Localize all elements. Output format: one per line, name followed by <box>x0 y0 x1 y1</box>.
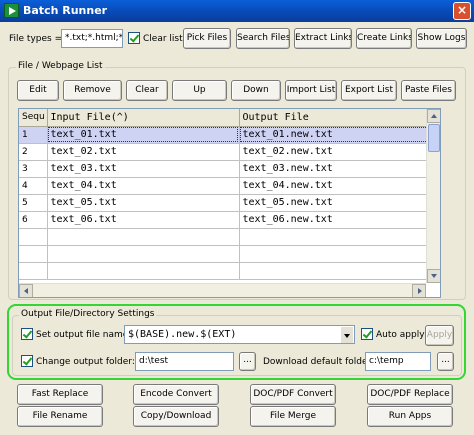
edit-button[interactable]: Edit <box>17 80 59 101</box>
change-folder-checkbox[interactable] <box>21 355 33 367</box>
row-output-file: text_01.new.txt <box>239 126 436 144</box>
run-apps-button[interactable]: Run Apps <box>367 406 453 427</box>
row-seq: 5 <box>19 194 48 212</box>
clear-button[interactable]: Clear <box>126 80 168 101</box>
vertical-scrollbar[interactable] <box>426 109 440 283</box>
set-output-name-checkbox[interactable] <box>21 328 33 340</box>
scroll-up-icon[interactable] <box>427 109 440 123</box>
row-input-file: text_06.txt <box>47 211 240 229</box>
pick-files-button[interactable]: Pick Files <box>183 28 231 49</box>
table-row[interactable]: 3 text_03.txt text_03.new.txt <box>19 160 436 178</box>
row-input-file: text_02.txt <box>47 143 240 161</box>
table-row-empty[interactable] <box>19 262 436 280</box>
app-icon <box>4 3 19 18</box>
import-list-button[interactable]: Import List <box>285 80 337 101</box>
doc-pdf-replace-button[interactable]: DOC/PDF Replace <box>367 384 453 405</box>
auto-apply-checkbox[interactable] <box>361 328 373 340</box>
file-types-input[interactable]: *.txt;*.html;*.ht <box>61 29 123 48</box>
file-merge-button[interactable]: File Merge <box>250 406 336 427</box>
row-input-file: text_01.txt <box>47 126 240 144</box>
column-header-input-file[interactable]: Input File(^) <box>47 109 240 127</box>
row-input-file: text_05.txt <box>47 194 240 212</box>
table-row[interactable]: 4 text_04.txt text_04.new.txt <box>19 177 436 195</box>
table-row[interactable]: 2 text_02.txt text_02.new.txt <box>19 143 436 161</box>
table-row[interactable]: 6 text_06.txt text_06.new.txt <box>19 211 436 229</box>
set-output-name-label: Set output file name: <box>36 330 132 340</box>
output-folder-input[interactable]: d:\test <box>135 352 234 371</box>
auto-apply-label: Auto apply <box>376 330 425 340</box>
row-seq: 1 <box>19 126 48 144</box>
scroll-right-icon[interactable] <box>412 284 426 297</box>
file-list-grid[interactable]: Sequ Input File(^) Output File 1 text_01… <box>18 108 441 298</box>
output-settings-group-title: Output File/Directory Settings <box>19 309 157 319</box>
browse-download-folder-button[interactable]: ... <box>437 352 454 371</box>
change-folder-label: Change output folder: <box>36 357 135 367</box>
output-name-combo[interactable]: $(BASE).new.$(EXT) <box>124 325 355 344</box>
close-button[interactable]: × <box>453 2 471 20</box>
output-name-value: $(BASE).new.$(EXT) <box>128 329 237 340</box>
horizontal-scrollbar[interactable] <box>19 283 426 297</box>
table-header-row: Sequ Input File(^) Output File <box>19 109 436 127</box>
up-button[interactable]: Up <box>172 80 227 101</box>
table-row[interactable]: 1 text_01.txt text_01.new.txt <box>19 126 436 144</box>
column-header-output-file[interactable]: Output File <box>239 109 436 127</box>
row-output-file: text_03.new.txt <box>239 160 436 178</box>
row-input-file: text_03.txt <box>47 160 240 178</box>
download-folder-input[interactable]: c:\temp <box>365 352 431 371</box>
show-logs-button[interactable]: Show Logs <box>416 28 467 49</box>
down-button[interactable]: Down <box>231 80 281 101</box>
search-files-button[interactable]: Search Files <box>236 28 290 49</box>
row-seq: 6 <box>19 211 48 229</box>
row-output-file: text_02.new.txt <box>239 143 436 161</box>
file-list-group-title: File / Webpage List <box>16 61 105 71</box>
clear-list-label: Clear list <box>143 34 183 44</box>
encode-convert-button[interactable]: Encode Convert <box>133 384 219 405</box>
doc-pdf-convert-button[interactable]: DOC/PDF Convert <box>250 384 336 405</box>
row-input-file: text_04.txt <box>47 177 240 195</box>
row-output-file: text_05.new.txt <box>239 194 436 212</box>
download-folder-label: Download default folder: <box>263 357 375 367</box>
fast-replace-button[interactable]: Fast Replace <box>17 384 103 405</box>
file-table: Sequ Input File(^) Output File 1 text_01… <box>19 109 436 280</box>
row-seq: 2 <box>19 143 48 161</box>
table-row-empty[interactable] <box>19 228 436 246</box>
scroll-down-icon[interactable] <box>427 269 440 283</box>
row-output-file: text_04.new.txt <box>239 177 436 195</box>
clear-list-checkbox[interactable] <box>128 32 140 44</box>
row-seq: 4 <box>19 177 48 195</box>
row-output-file: text_06.new.txt <box>239 211 436 229</box>
paste-files-button[interactable]: Paste Files <box>401 80 456 101</box>
export-list-button[interactable]: Export List <box>341 80 397 101</box>
scroll-left-icon[interactable] <box>19 284 33 297</box>
table-row-empty[interactable] <box>19 245 436 263</box>
title-bar[interactable]: Batch Runner × <box>0 0 474 22</box>
create-links-button[interactable]: Create Links <box>356 28 412 49</box>
table-row[interactable]: 5 text_05.txt text_05.new.txt <box>19 194 436 212</box>
window-title: Batch Runner <box>23 4 108 17</box>
scroll-thumb[interactable] <box>428 124 440 152</box>
row-seq: 3 <box>19 160 48 178</box>
file-rename-button[interactable]: File Rename <box>17 406 103 427</box>
apply-button[interactable]: Apply <box>425 325 454 346</box>
remove-button[interactable]: Remove <box>63 80 122 101</box>
browse-output-folder-button[interactable]: ... <box>239 352 256 371</box>
copy-download-button[interactable]: Copy/Download <box>133 406 219 427</box>
chevron-down-icon[interactable] <box>341 327 353 343</box>
column-header-seq[interactable]: Sequ <box>19 109 48 127</box>
extract-links-button[interactable]: Extract Links <box>294 28 352 49</box>
